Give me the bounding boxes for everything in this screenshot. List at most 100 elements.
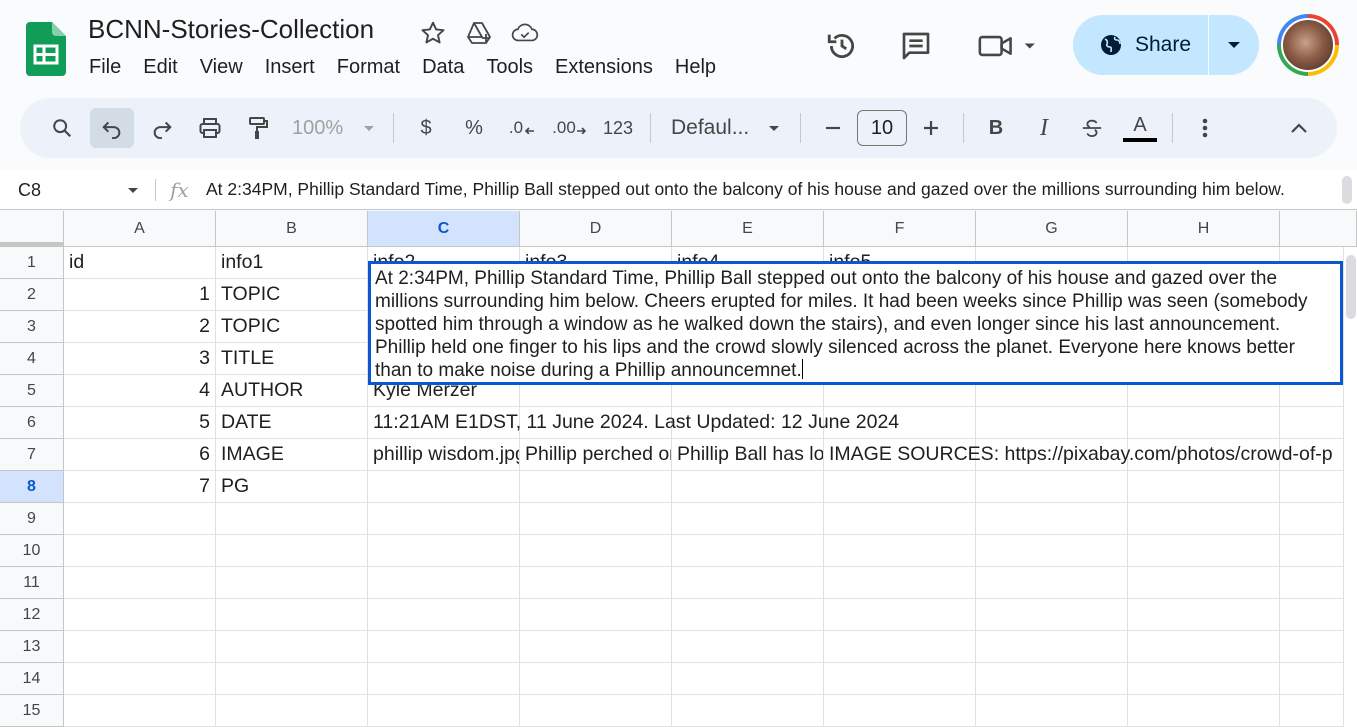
- share-button[interactable]: Share: [1073, 15, 1209, 75]
- row-header-9[interactable]: 9: [0, 503, 64, 535]
- column-header-h[interactable]: H: [1128, 211, 1280, 247]
- cell-b3[interactable]: TOPIC: [216, 311, 367, 342]
- cell-a3[interactable]: 2: [64, 311, 215, 342]
- menu-data[interactable]: Data: [411, 54, 475, 81]
- row-header-7[interactable]: 7: [0, 439, 64, 471]
- collapse-menus-icon[interactable]: [1279, 108, 1319, 148]
- cell-d7[interactable]: Phillip perched on: [520, 439, 671, 470]
- menu-extensions[interactable]: Extensions: [544, 54, 664, 81]
- cell-editor-c8[interactable]: At 2:34PM, Phillip Standard Time, Philli…: [368, 261, 1343, 385]
- strikethrough-icon[interactable]: [1072, 108, 1112, 148]
- row-header-4[interactable]: 4: [0, 343, 64, 375]
- row-header-8[interactable]: 8: [0, 471, 64, 503]
- undo-icon[interactable]: [90, 108, 134, 148]
- column-header-a[interactable]: A: [64, 211, 216, 247]
- menu-format[interactable]: Format: [326, 54, 411, 81]
- account-avatar[interactable]: [1277, 14, 1339, 76]
- cell-a1[interactable]: id: [64, 247, 215, 278]
- cell-a5[interactable]: 4: [64, 375, 215, 406]
- menu-insert[interactable]: Insert: [254, 54, 326, 81]
- font-select[interactable]: Defaul...: [663, 108, 788, 148]
- arrow-left-icon: [524, 127, 535, 134]
- vertical-scrollbar[interactable]: [1343, 247, 1357, 727]
- move-to-drive-icon[interactable]: [465, 19, 493, 47]
- paint-format-icon[interactable]: [238, 108, 278, 148]
- formula-input[interactable]: At 2:34PM, Phillip Standard Time, Philli…: [206, 179, 1285, 200]
- column-header-f[interactable]: F: [824, 211, 976, 247]
- row-header-15[interactable]: 15: [0, 695, 64, 727]
- more-formats-button[interactable]: 123: [598, 108, 638, 148]
- increase-font-size-icon[interactable]: [911, 108, 951, 148]
- row-header-14[interactable]: 14: [0, 663, 64, 695]
- comments-icon[interactable]: [898, 28, 934, 64]
- cell-c6[interactable]: 11:21AM E1DST, 11 June 2024. Last Update…: [368, 407, 1343, 438]
- cell-b6[interactable]: DATE: [216, 407, 367, 438]
- column-header-e[interactable]: E: [672, 211, 824, 247]
- row-header-1[interactable]: 1: [0, 247, 64, 279]
- formula-bar-scrollbar[interactable]: [1342, 176, 1352, 204]
- column-header-d[interactable]: D: [520, 211, 672, 247]
- cell-a4[interactable]: 3: [64, 343, 215, 374]
- cell-a2[interactable]: 1: [64, 279, 215, 310]
- row-header-12[interactable]: 12: [0, 599, 64, 631]
- row-header-13[interactable]: 13: [0, 631, 64, 663]
- share-dropdown-button[interactable]: [1209, 15, 1259, 75]
- more-vert-icon[interactable]: [1185, 108, 1225, 148]
- decrease-font-size-icon[interactable]: [813, 108, 853, 148]
- cell-a7[interactable]: 6: [64, 439, 215, 470]
- row-header-3[interactable]: 3: [0, 311, 64, 343]
- gridline-horizontal: [64, 502, 1357, 503]
- menu-view[interactable]: View: [189, 54, 254, 81]
- print-icon[interactable]: [190, 108, 230, 148]
- sheets-app: BCNN-Stories-Collection File Edit View I…: [0, 0, 1357, 727]
- name-box[interactable]: C8: [18, 170, 153, 210]
- toolbar-divider: [800, 113, 801, 143]
- percent-format-button[interactable]: %: [454, 108, 494, 148]
- cell-b4[interactable]: TITLE: [216, 343, 367, 374]
- scrollbar-thumb[interactable]: [1346, 255, 1356, 319]
- decrease-decimal-button[interactable]: .0: [502, 108, 542, 148]
- toolbar-divider: [963, 113, 964, 143]
- sheets-logo-icon[interactable]: [26, 22, 66, 76]
- row-header-6[interactable]: 6: [0, 407, 64, 439]
- version-history-icon[interactable]: [824, 28, 860, 64]
- row-header-11[interactable]: 11: [0, 567, 64, 599]
- column-header-g[interactable]: G: [976, 211, 1128, 247]
- menu-edit[interactable]: Edit: [132, 54, 188, 81]
- star-icon[interactable]: [419, 19, 447, 47]
- meet-icon[interactable]: [976, 28, 1040, 64]
- cell-c7[interactable]: phillip wisdom.jpg: [368, 439, 519, 470]
- cell-e7[interactable]: Phillip Ball has lo: [672, 439, 823, 470]
- cell-b8[interactable]: PG: [216, 471, 367, 502]
- cell-b7[interactable]: IMAGE: [216, 439, 367, 470]
- document-title[interactable]: BCNN-Stories-Collection: [88, 14, 374, 45]
- menu-tools[interactable]: Tools: [475, 54, 544, 81]
- row-header-2[interactable]: 2: [0, 279, 64, 311]
- bold-button[interactable]: B: [976, 108, 1016, 148]
- column-header-b[interactable]: B: [216, 211, 368, 247]
- cell-b5[interactable]: AUTHOR: [216, 375, 367, 406]
- zoom-select[interactable]: 100%: [286, 108, 381, 148]
- cloud-saved-icon[interactable]: [511, 19, 539, 47]
- italic-button[interactable]: I: [1024, 108, 1064, 148]
- redo-icon[interactable]: [142, 108, 182, 148]
- increase-decimal-button[interactable]: .00: [550, 108, 590, 148]
- cell-a8[interactable]: 7: [64, 471, 215, 502]
- select-all-corner[interactable]: [0, 211, 64, 247]
- decrease-decimal-label: .0: [508, 118, 524, 137]
- cell-b1[interactable]: info1: [216, 247, 367, 278]
- text-color-button[interactable]: A: [1120, 108, 1160, 148]
- menu-file[interactable]: File: [78, 54, 132, 81]
- menu-help[interactable]: Help: [664, 54, 727, 81]
- cell-f7[interactable]: IMAGE SOURCES: https://pixabay.com/photo…: [824, 439, 1343, 470]
- column-header-c[interactable]: C: [368, 211, 520, 247]
- row-header-10[interactable]: 10: [0, 535, 64, 567]
- currency-format-button[interactable]: $: [406, 108, 446, 148]
- row-header-5[interactable]: 5: [0, 375, 64, 407]
- search-menus-icon[interactable]: [42, 108, 82, 148]
- cell-reference: C8: [18, 179, 42, 200]
- cell-a6[interactable]: 5: [64, 407, 215, 438]
- cell-b2[interactable]: TOPIC: [216, 279, 367, 310]
- column-header-partial[interactable]: [1280, 211, 1357, 247]
- font-size-input[interactable]: 10: [857, 110, 907, 146]
